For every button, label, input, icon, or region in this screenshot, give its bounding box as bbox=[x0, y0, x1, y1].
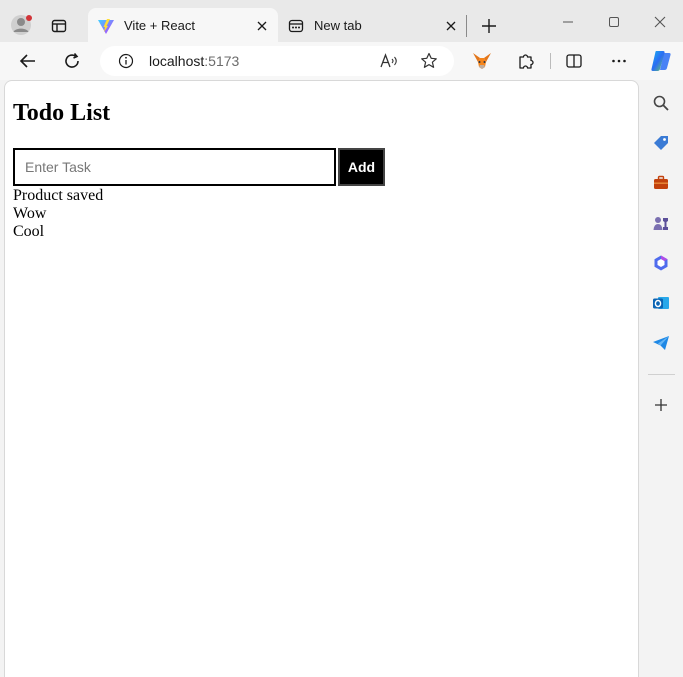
vite-logo-icon bbox=[97, 17, 115, 35]
new-tab-button[interactable] bbox=[479, 16, 499, 36]
url-host: localhost bbox=[149, 53, 205, 69]
url-port: :5173 bbox=[204, 53, 240, 69]
toolbar-divider bbox=[550, 53, 551, 69]
extensions-puzzle-icon[interactable] bbox=[516, 51, 536, 71]
favorite-star-icon[interactable] bbox=[419, 51, 439, 71]
add-task-button[interactable]: Add bbox=[338, 148, 385, 186]
sidebar-divider bbox=[648, 374, 675, 375]
games-chess-icon[interactable] bbox=[650, 212, 672, 234]
split-screen-icon[interactable] bbox=[564, 51, 584, 71]
task-input[interactable] bbox=[13, 148, 336, 186]
shopping-tag-icon[interactable] bbox=[650, 132, 672, 154]
outlook-icon[interactable] bbox=[650, 292, 672, 314]
todo-item: Wow bbox=[13, 205, 47, 222]
new-tab-page-icon bbox=[287, 17, 305, 35]
page-title: Todo List bbox=[13, 100, 111, 126]
back-button[interactable] bbox=[17, 50, 39, 72]
copilot-icon[interactable] bbox=[648, 48, 674, 74]
site-info-icon[interactable] bbox=[117, 52, 135, 70]
refresh-icon bbox=[65, 52, 79, 68]
edge-sidebar bbox=[640, 80, 683, 677]
add-icon[interactable] bbox=[652, 396, 670, 414]
profile-avatar[interactable] bbox=[10, 13, 34, 37]
close-tab-icon[interactable] bbox=[255, 19, 269, 33]
todo-item: Product saved bbox=[13, 187, 104, 204]
close-tab-icon[interactable] bbox=[444, 19, 458, 33]
tab-new-tab[interactable]: New tab bbox=[314, 8, 362, 42]
tab-title: Vite + React bbox=[124, 17, 195, 33]
todo-list: Product saved Wow Cool bbox=[13, 187, 103, 241]
minimize-button[interactable] bbox=[560, 14, 576, 30]
refresh-button[interactable] bbox=[61, 50, 83, 72]
plus-icon bbox=[482, 19, 496, 33]
browser-title-bar: Vite + React New tab bbox=[0, 0, 683, 42]
back-arrow-icon bbox=[19, 54, 35, 68]
maximize-button[interactable] bbox=[606, 14, 622, 30]
todo-item: Cool bbox=[13, 223, 45, 240]
telegram-send-icon[interactable] bbox=[650, 332, 672, 354]
read-aloud-icon[interactable] bbox=[380, 52, 400, 70]
tab-actions-icon[interactable] bbox=[50, 17, 68, 35]
address-url: localhost:5173 bbox=[149, 53, 239, 69]
search-icon[interactable] bbox=[650, 92, 672, 114]
copilot-m365-icon[interactable] bbox=[650, 252, 672, 274]
close-window-button[interactable] bbox=[652, 14, 668, 30]
tab-divider bbox=[466, 15, 467, 37]
metamask-extension-icon[interactable] bbox=[471, 51, 493, 71]
tab-title: New tab bbox=[314, 17, 362, 33]
more-options-icon[interactable] bbox=[609, 51, 629, 71]
page-viewport: Todo List Add Product saved Wow Cool bbox=[4, 80, 639, 677]
tools-briefcase-icon[interactable] bbox=[650, 172, 672, 194]
